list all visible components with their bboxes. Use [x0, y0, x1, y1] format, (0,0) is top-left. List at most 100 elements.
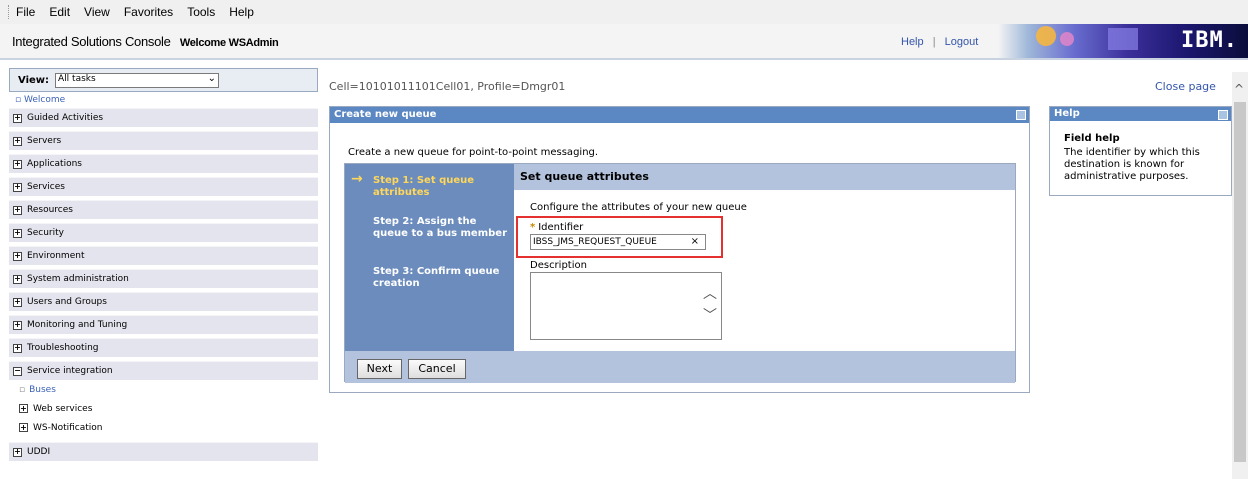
nav-item-servers[interactable]: + Servers	[9, 131, 318, 150]
expand-plus-icon[interactable]: +	[13, 159, 22, 169]
menu-grip	[8, 5, 10, 19]
nav-item-label: Service integration	[27, 366, 113, 376]
wizard-content: Set queue attributes Configure the attri…	[514, 164, 1015, 351]
nav-item-label: UDDI	[27, 447, 51, 457]
minimize-icon[interactable]	[1218, 110, 1228, 120]
menu-file[interactable]: File	[16, 5, 35, 19]
nav-item-service-integration[interactable]: − Service integration	[9, 361, 318, 380]
expand-plus-icon[interactable]: +	[19, 404, 28, 413]
nav-subitem-buses[interactable]: ▫ Buses	[9, 380, 318, 399]
minimize-icon[interactable]	[1016, 110, 1026, 120]
panel-title-bar: Create new queue	[330, 107, 1029, 123]
nav-item-guided-activities[interactable]: + Guided Activities	[9, 108, 318, 127]
nav-item-label: Services	[27, 182, 65, 192]
nav-welcome-link[interactable]: ▫ Welcome	[9, 92, 318, 108]
help-title: Help	[1054, 108, 1080, 119]
nav-subitem-label: Web services	[33, 403, 93, 414]
page-scrollbar[interactable]: ^	[1232, 72, 1248, 479]
welcome-user: Welcome WSAdmin	[179, 37, 279, 49]
expand-plus-icon[interactable]: +	[13, 228, 22, 238]
wizard-content-title: Set queue attributes	[514, 164, 1015, 190]
cancel-button[interactable]: Cancel	[408, 359, 466, 379]
queue-wizard: → Step 1: Set queue attributes Step 2: A…	[344, 163, 1016, 383]
chevron-down-icon: ⌄	[207, 72, 217, 84]
header-separator: |	[932, 36, 936, 48]
navigation-tree: View: All tasks ⌄ ▫ Welcome + Guided Acti…	[9, 68, 318, 465]
nav-item-label: Servers	[27, 136, 62, 146]
collapse-minus-icon[interactable]: −	[13, 366, 22, 376]
nav-item-uddi[interactable]: + UDDI	[9, 442, 318, 461]
nav-item-label: Environment	[27, 251, 85, 261]
bullet-icon: ▫	[15, 95, 24, 105]
expand-plus-icon[interactable]: +	[13, 136, 22, 146]
expand-plus-icon[interactable]: +	[19, 423, 28, 432]
nav-item-troubleshooting[interactable]: + Troubleshooting	[9, 338, 318, 357]
nav-welcome-label: Welcome	[23, 95, 66, 105]
nav-item-monitoring-and-tuning[interactable]: + Monitoring and Tuning	[9, 315, 318, 334]
menu-bar: File Edit View Favorites Tools Help	[0, 0, 1248, 24]
menu-tools[interactable]: Tools	[187, 5, 215, 19]
panel-title: Create new queue	[334, 109, 437, 120]
description-textarea[interactable]: ︿ ﹀	[530, 272, 722, 340]
help-link[interactable]: Help	[901, 36, 924, 48]
field-help-title: Field help	[1064, 133, 1120, 144]
description-label: Description	[530, 260, 587, 271]
nav-item-security[interactable]: + Security	[9, 223, 318, 242]
expand-plus-icon[interactable]: +	[13, 297, 22, 307]
expand-plus-icon[interactable]: +	[13, 251, 22, 261]
banner-decoration	[1108, 28, 1138, 50]
nav-item-label: System administration	[27, 274, 129, 284]
wizard-steps: → Step 1: Set queue attributes Step 2: A…	[345, 164, 514, 351]
panel-intro-text: Create a new queue for point-to-point me…	[348, 147, 599, 158]
expand-plus-icon[interactable]: +	[13, 447, 22, 457]
help-panel: Help Field help The identifier by which …	[1049, 106, 1232, 196]
view-select-value: All tasks	[58, 73, 96, 84]
console-brand: Integrated Solutions Console Welcome WSA…	[12, 34, 279, 49]
menu-favorites[interactable]: Favorites	[124, 5, 173, 19]
menu-edit[interactable]: Edit	[49, 5, 70, 19]
wizard-button-bar: Next Cancel	[345, 351, 1015, 383]
nav-item-label: Monitoring and Tuning	[27, 320, 128, 330]
view-select[interactable]: All tasks ⌄	[55, 72, 220, 88]
expand-plus-icon[interactable]: +	[13, 274, 22, 284]
banner-decoration	[1036, 26, 1056, 46]
nav-item-label: Guided Activities	[27, 113, 104, 123]
nav-item-applications[interactable]: + Applications	[9, 154, 318, 173]
identifier-input[interactable]: IBSS_JMS_REQUEST_QUEUE ×	[530, 234, 706, 250]
menu-help[interactable]: Help	[229, 5, 254, 19]
expand-plus-icon[interactable]: +	[13, 320, 22, 330]
menu-view[interactable]: View	[84, 5, 110, 19]
nav-item-system-administration[interactable]: + System administration	[9, 269, 318, 288]
cell-profile-breadcrumb: Cell=10101011101Cell01, Profile=Dmgr01	[329, 80, 566, 93]
required-asterisk-icon: *	[530, 222, 536, 233]
header-banner-graphic: IBM.	[998, 24, 1248, 58]
wizard-content-subtitle: Configure the attributes of your new que…	[530, 202, 747, 213]
scroll-down-icon[interactable]: ﹀	[703, 305, 717, 325]
nav-item-resources[interactable]: + Resources	[9, 200, 318, 219]
clear-input-icon[interactable]: ×	[691, 235, 699, 249]
close-page-link[interactable]: Close page	[1155, 80, 1216, 93]
console-title: Integrated Solutions Console	[12, 34, 171, 49]
nav-subitem-web-services[interactable]: + Web services	[9, 399, 318, 418]
logout-link[interactable]: Logout	[945, 36, 979, 48]
expand-plus-icon[interactable]: +	[13, 182, 22, 192]
wizard-step-2: Step 2: Assign the queue to a bus member	[373, 216, 508, 239]
nav-item-environment[interactable]: + Environment	[9, 246, 318, 265]
next-button[interactable]: Next	[357, 359, 402, 379]
nav-item-users-and-groups[interactable]: + Users and Groups	[9, 292, 318, 311]
nav-subitem-ws-notification[interactable]: + WS-Notification	[9, 418, 318, 437]
nav-item-services[interactable]: + Services	[9, 177, 318, 196]
console-header: Integrated Solutions Console Welcome WSA…	[0, 24, 1248, 60]
scroll-up-icon[interactable]: ^	[1234, 82, 1244, 96]
view-selector-bar: View: All tasks ⌄	[9, 68, 318, 92]
current-step-arrow-icon: →	[351, 171, 363, 187]
expand-plus-icon[interactable]: +	[13, 343, 22, 353]
nav-item-label: Users and Groups	[27, 297, 107, 307]
wizard-step-1: Step 1: Set queue attributes	[373, 175, 475, 198]
scrollbar-thumb[interactable]	[1234, 102, 1246, 462]
expand-plus-icon[interactable]: +	[13, 205, 22, 215]
view-label: View:	[18, 74, 50, 86]
nav-item-label: Security	[27, 228, 64, 238]
scroll-up-icon[interactable]: ︿	[703, 283, 717, 303]
expand-plus-icon[interactable]: +	[13, 113, 22, 123]
